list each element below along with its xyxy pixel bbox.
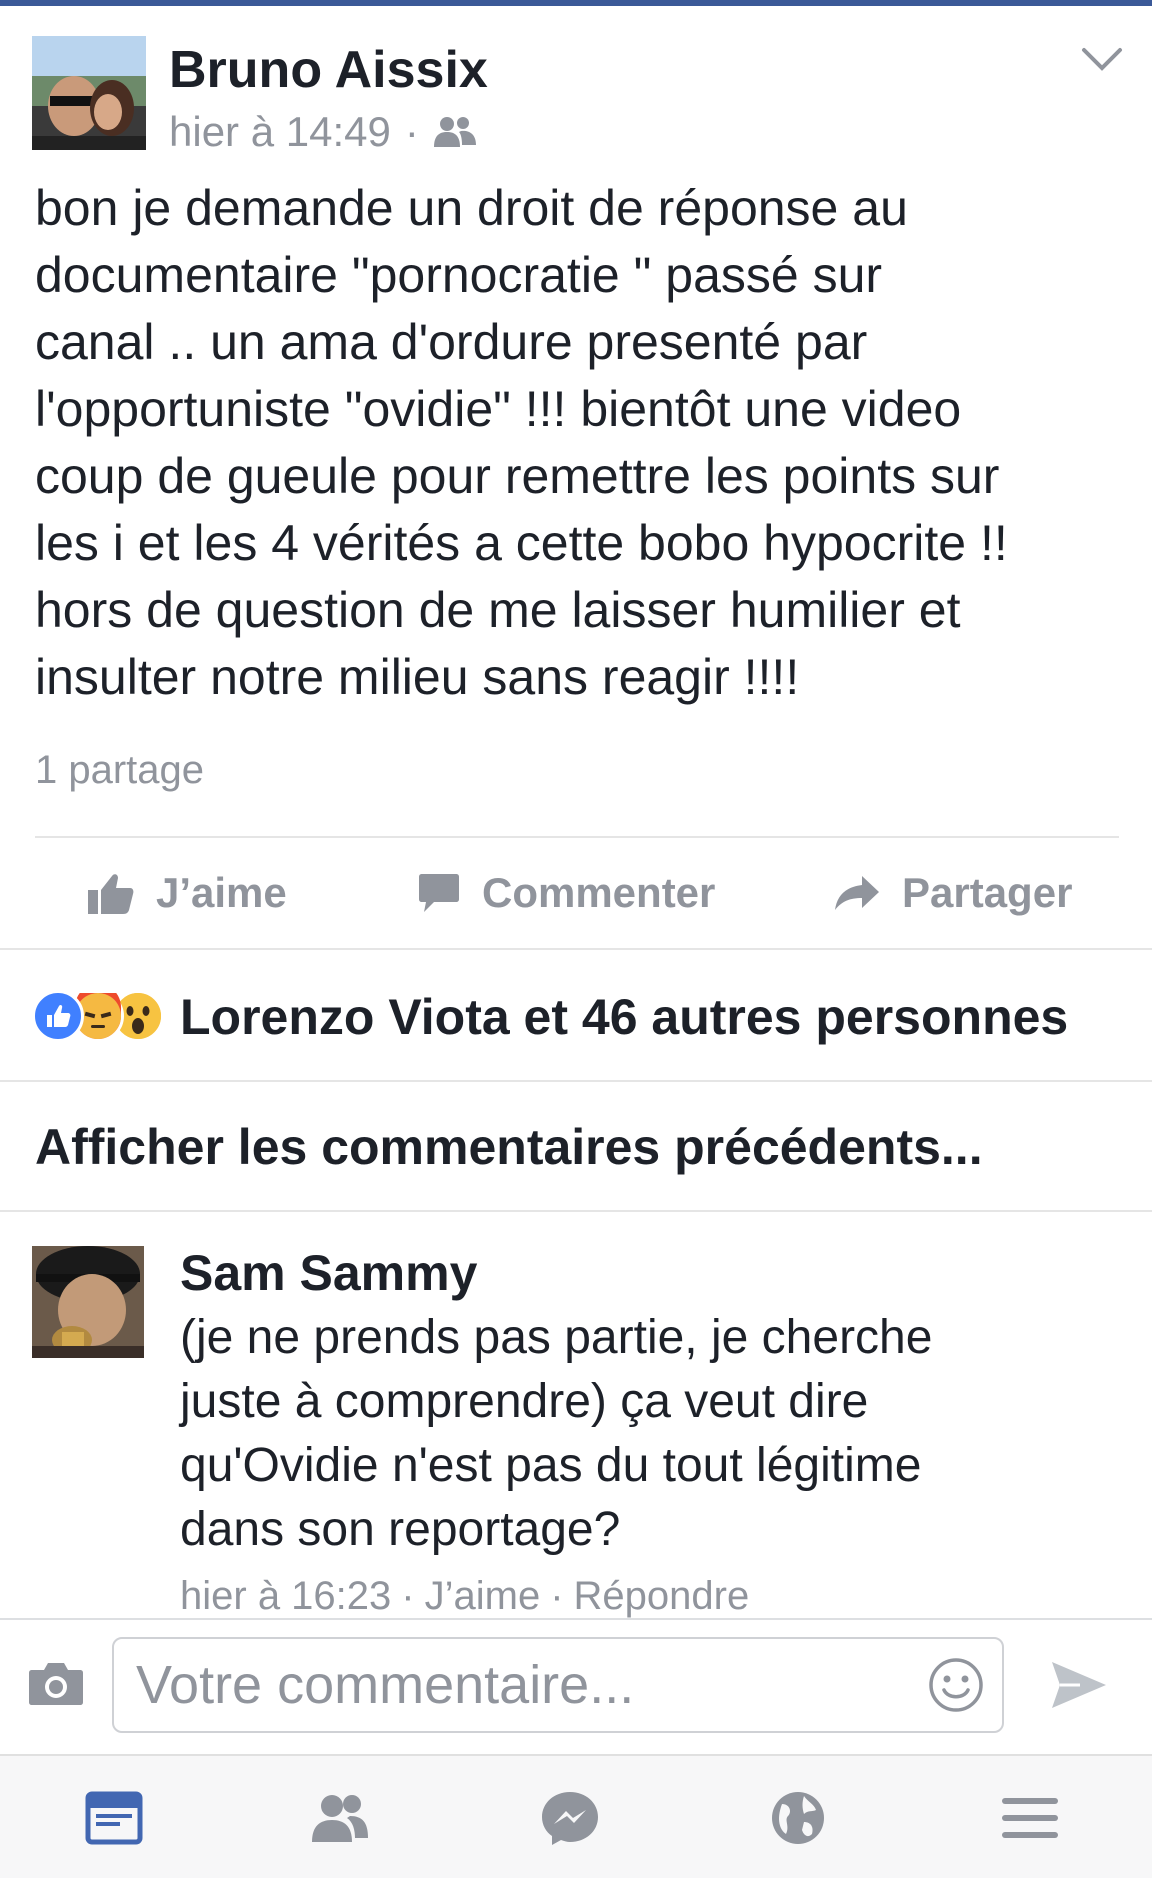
comment-meta: hier à 16:23 · J’aime · Répondre bbox=[180, 1574, 759, 1619]
author-avatar[interactable] bbox=[32, 36, 146, 150]
friends-audience-icon bbox=[433, 117, 476, 147]
like-label: J’aime bbox=[156, 869, 287, 916]
share-button[interactable]: Partager bbox=[834, 860, 1072, 926]
comment-label: Commenter bbox=[482, 869, 716, 916]
reaction-icons[interactable] bbox=[32, 984, 164, 1042]
comment-timestamp[interactable]: hier à 16:23 bbox=[180, 1574, 391, 1618]
share-label: Partager bbox=[902, 869, 1073, 916]
chevron-down-icon[interactable] bbox=[1080, 44, 1124, 74]
comment-reply-link[interactable]: Répondre bbox=[574, 1574, 750, 1618]
emoji-smiley-icon[interactable] bbox=[928, 1657, 984, 1713]
commenter-avatar[interactable] bbox=[32, 1246, 144, 1358]
thumbs-up-icon bbox=[88, 874, 134, 914]
divider bbox=[0, 948, 1152, 950]
menu-icon[interactable] bbox=[1000, 1790, 1060, 1846]
view-previous-comments-link[interactable]: Afficher les commentaires précédents... bbox=[35, 1118, 983, 1176]
meta-separator: · bbox=[401, 1574, 415, 1618]
news-feed-icon[interactable] bbox=[84, 1790, 144, 1846]
post-meta: hier à 14:49 · bbox=[169, 108, 477, 156]
comment-author-name[interactable]: Sam Sammy bbox=[180, 1244, 477, 1302]
notifications-globe-icon[interactable] bbox=[768, 1790, 828, 1846]
messenger-icon[interactable] bbox=[540, 1790, 600, 1846]
like-button[interactable]: J’aime bbox=[88, 860, 287, 926]
divider bbox=[35, 836, 1119, 838]
friends-icon[interactable] bbox=[310, 1790, 370, 1846]
comment-input[interactable] bbox=[112, 1637, 1004, 1733]
comment-like-link[interactable]: J’aime bbox=[425, 1574, 541, 1618]
comment-button[interactable]: Commenter bbox=[418, 860, 715, 926]
camera-icon[interactable] bbox=[28, 1660, 84, 1706]
post-timestamp[interactable]: hier à 14:49 bbox=[169, 108, 391, 156]
send-icon[interactable] bbox=[1050, 1660, 1108, 1710]
meta-separator: · bbox=[550, 1574, 564, 1618]
divider bbox=[0, 1210, 1152, 1212]
top-accent-bar bbox=[0, 0, 1152, 6]
share-count[interactable]: 1 partage bbox=[35, 748, 204, 793]
like-reaction-icon bbox=[32, 990, 84, 1042]
post-text: bon je demande un droit de réponse au do… bbox=[35, 180, 1008, 705]
post-author-name[interactable]: Bruno Aissix bbox=[169, 40, 488, 100]
comment-bubble-icon bbox=[419, 874, 459, 912]
reaction-summary[interactable]: Lorenzo Viota et 46 autres personnes bbox=[180, 988, 1068, 1046]
divider bbox=[0, 1080, 1152, 1082]
comment-text: (je ne prends pas partie, je cherche jus… bbox=[180, 1311, 933, 1556]
share-arrow-icon bbox=[835, 876, 879, 910]
meta-separator: · bbox=[404, 108, 419, 155]
